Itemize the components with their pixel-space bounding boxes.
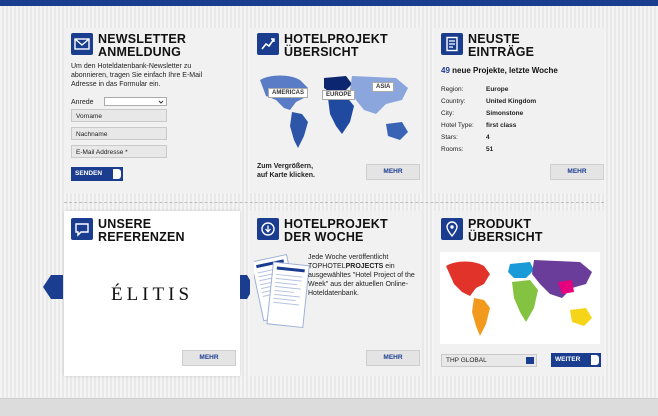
neueste-eintraege-title: NEUSTE EINTRÄGE xyxy=(468,32,535,59)
brand-suffix: PROJECTS xyxy=(345,263,384,270)
neueste-eintraege-more-button[interactable]: MEHR xyxy=(550,164,604,180)
button-tab-icon xyxy=(591,355,599,365)
document-stack-image xyxy=(250,253,310,329)
newsletter-title: NEWSLETTER ANMELDUNG xyxy=(98,32,187,59)
row-value-country: United Kingdom xyxy=(486,98,537,105)
region-select-value: THP GLOBAL xyxy=(446,357,487,364)
row-label-rooms: Rooms: xyxy=(441,146,464,153)
select-toggle-icon xyxy=(526,357,534,364)
map-label-europe[interactable]: EUROPE xyxy=(322,90,356,100)
document-icon xyxy=(441,33,463,55)
woche-text-intro: Jede Woche veröffentlicht xyxy=(308,254,389,261)
vorname-field[interactable]: Vorname xyxy=(71,109,167,122)
newsletter-intro: Um den Hoteldatenbank-Newsletter zu abon… xyxy=(71,63,203,88)
hotelprojekt-uebersicht-more-button[interactable]: MEHR xyxy=(366,164,420,180)
row-label-hotel-type: Hotel Type: xyxy=(441,122,474,129)
brand-name: TOPHOTELPROJECTS xyxy=(308,263,383,270)
hotelprojekt-woche-text: Jede Woche veröffentlicht TOPHOTELPROJEC… xyxy=(308,253,416,298)
anrede-select[interactable] xyxy=(104,97,167,106)
row-label-country: Country: xyxy=(441,98,466,105)
referenzen-more-button[interactable]: MEHR xyxy=(182,350,236,366)
colored-world-map-image xyxy=(446,260,592,336)
row-value-region: Europe xyxy=(486,86,509,93)
download-icon xyxy=(257,218,279,240)
map-caption: Zum Vergrößern, auf Karte klicken. xyxy=(257,163,315,179)
nachname-field[interactable]: Nachname xyxy=(71,127,167,140)
region-select[interactable]: THP GLOBAL xyxy=(441,354,537,367)
newsletter-preview-image[interactable] xyxy=(250,252,310,332)
footer-bar xyxy=(0,398,658,416)
chevron-down-icon xyxy=(158,100,164,104)
brand-prefix: TOPHOTEL xyxy=(308,263,346,270)
produkt-title: PRODUKT ÜBERSICHT xyxy=(468,217,543,244)
product-map-image[interactable] xyxy=(440,252,600,344)
new-projects-text: neue Projekte, letzte Woche xyxy=(452,66,558,75)
row-value-city: Simonstone xyxy=(486,110,524,117)
new-projects-headline[interactable]: 49 neue Projekte, letzte Woche xyxy=(441,66,558,75)
hotelprojekt-uebersicht-title: HOTELPROJEKT ÜBERSICHT xyxy=(284,32,388,59)
row-label-region: Region: xyxy=(441,86,464,93)
referenzen-title: UNSERE REFERENZEN xyxy=(98,217,185,244)
carousel-prev-arrow[interactable] xyxy=(43,275,63,299)
top-bar xyxy=(0,0,658,6)
section-divider xyxy=(64,202,604,203)
email-field[interactable]: E-Mail Addresse * xyxy=(71,145,167,158)
button-tab-icon xyxy=(113,169,121,179)
chart-line-icon xyxy=(257,33,279,55)
speech-bubble-icon xyxy=(71,218,93,240)
row-value-hotel-type: first class xyxy=(486,122,517,129)
map-label-asia[interactable]: ASIA xyxy=(372,82,395,92)
world-map-regions[interactable]: AMERICAS EUROPE ASIA xyxy=(256,70,416,156)
senden-label: SENDEN xyxy=(75,170,103,177)
reference-logo[interactable]: ÉLITIS xyxy=(64,284,240,306)
row-value-rooms: 51 xyxy=(486,146,494,153)
hotelprojekt-woche-more-button[interactable]: MEHR xyxy=(366,350,420,366)
senden-button[interactable]: SENDEN xyxy=(71,167,123,181)
row-value-stars: 4 xyxy=(486,134,490,141)
anrede-label: Anrede xyxy=(71,99,94,106)
weiter-button[interactable]: WEITER xyxy=(551,353,601,367)
hotelprojekt-woche-title: HOTELPROJEKT DER WOCHE xyxy=(284,217,388,244)
row-label-city: City: xyxy=(441,110,454,117)
location-pin-icon xyxy=(441,218,463,240)
map-label-americas[interactable]: AMERICAS xyxy=(268,88,309,98)
weiter-label: WEITER xyxy=(555,356,581,363)
envelope-icon xyxy=(71,33,93,55)
new-projects-count: 49 xyxy=(441,66,450,75)
row-label-stars: Stars: xyxy=(441,134,458,141)
